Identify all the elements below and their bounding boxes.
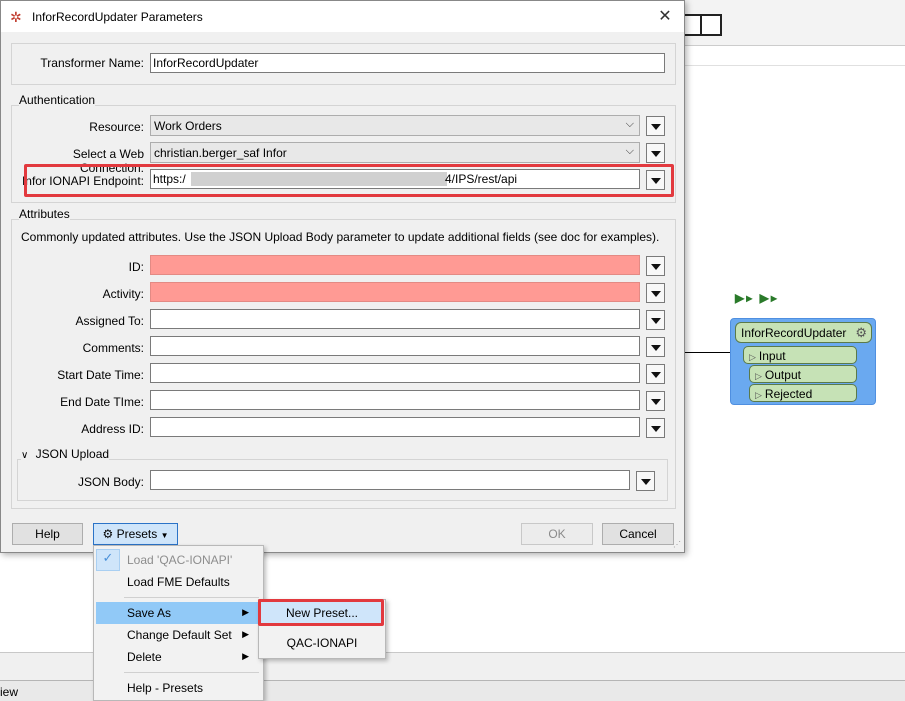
json-upload-header[interactable]: ∨ JSON Upload [21,447,110,461]
resize-grip-icon[interactable]: ⋰ [673,540,681,549]
connection-select[interactable]: christian.berger_saf Infor ⌵ [150,142,640,163]
menu-item-label: Delete [127,650,162,664]
chevron-right-icon: ▶ [242,607,249,617]
assigned-to-options-button[interactable] [646,310,665,330]
connection-line[interactable] [684,352,734,353]
connection-value: christian.berger_saf Infor [154,146,287,160]
end-date-input[interactable] [150,390,640,410]
dialog-title: InforRecordUpdater Parameters [32,10,203,24]
endpoint-highlight [24,164,674,197]
menu-item-load-preset[interactable]: Load 'QAC-IONAPI' [96,549,261,571]
menu-item-label: Load 'QAC-IONAPI' [127,553,233,567]
address-id-input[interactable] [150,417,640,437]
menu-item-label: Help - Presets [127,681,204,695]
input-port[interactable]: ▷ Input [743,346,857,364]
output-port-label: Output [764,368,801,382]
parameters-dialog: ✲ InforRecordUpdater Parameters ✕ Transf… [0,0,685,553]
attributes-description: Commonly updated attributes. Use the JSO… [21,230,660,244]
resource-select[interactable]: Work Orders ⌵ [150,115,640,136]
activity-input[interactable] [150,282,640,302]
start-date-label: Start Date Time: [57,368,144,382]
end-date-options-button[interactable] [646,391,665,411]
node-title[interactable]: InforRecordUpdater ⚙ [735,322,872,343]
connection-options-button[interactable] [646,143,665,163]
address-id-options-button[interactable] [646,418,665,438]
resource-options-button[interactable] [646,116,665,136]
menu-item-label: Save As [127,606,172,620]
rejected-port[interactable]: ▷ Rejected [749,384,857,402]
activity-options-button[interactable] [646,283,665,303]
menu-separator [124,597,259,598]
json-body-label: JSON Body: [77,475,144,489]
resource-label: Resource: [89,120,144,134]
input-port-label: Input [758,349,786,363]
id-input[interactable] [150,255,640,275]
workspace-toolbar [680,0,905,46]
port-triangle-icon: ▷ [755,371,762,381]
status-text: iew [0,685,19,699]
transformer-icon: ✲ [10,9,22,25]
menu-item-save-as[interactable]: Save As ▶ [96,602,261,624]
submenu-item-label: QAC-IONAPI [286,636,358,650]
chevron-down-icon[interactable]: ∨ [21,450,28,461]
menu-item-label: Change Default Set [127,628,232,642]
activity-label: Activity: [102,287,144,301]
id-label: ID: [128,260,144,274]
menu-separator [124,672,259,673]
node-run-icons[interactable]: ▶▸ ▶▸ [735,291,783,311]
start-date-input[interactable] [150,363,640,383]
menu-item-help-presets[interactable]: Help - Presets [96,677,261,699]
help-button[interactable]: Help [12,523,83,545]
transformer-name-input[interactable]: InforRecordUpdater [150,53,665,73]
chevron-right-icon: ▶ [242,651,249,661]
gear-icon[interactable]: ⚙ [855,325,867,341]
ok-button[interactable]: OK [521,523,593,545]
presets-button[interactable]: ⚙ Presets ▼ [93,523,178,545]
gear-icon: ⚙ [102,527,114,541]
menu-item-load-defaults[interactable]: Load FME Defaults [96,571,261,593]
attributes-group-label: Attributes [19,207,70,221]
id-options-button[interactable] [646,256,665,276]
json-body-options-button[interactable] [636,471,655,491]
port-triangle-icon: ▷ [749,352,756,362]
close-icon[interactable]: ✕ [656,6,674,26]
start-date-options-button[interactable] [646,364,665,384]
assigned-to-label: Assigned To: [75,314,145,328]
comments-options-button[interactable] [646,337,665,357]
menu-item-label: Load FME Defaults [127,575,230,589]
node-title-text: InforRecordUpdater [741,326,847,340]
json-body-input[interactable] [150,470,630,490]
menu-item-delete[interactable]: Delete ▶ [96,646,261,668]
assigned-to-input[interactable] [150,309,640,329]
submenu-item-qac-ionapi[interactable]: QAC-IONAPI [261,632,383,654]
workspace-ruler [684,46,905,66]
rejected-port-label: Rejected [764,387,813,401]
presets-label: Presets [116,527,158,541]
end-date-label: End Date TIme: [60,395,144,409]
authentication-group-label: Authentication [19,93,96,107]
title-bar: ✲ InforRecordUpdater Parameters ✕ [1,1,684,32]
comments-input[interactable] [150,336,640,356]
cancel-button[interactable]: Cancel [602,523,674,545]
chevron-down-icon: ⌵ [625,118,634,130]
chevron-right-icon: ▶ [242,629,249,639]
transformer-name-label: Transformer Name: [40,56,144,70]
resource-value: Work Orders [154,119,222,133]
comments-label: Comments: [82,341,144,355]
chevron-down-icon: ⌵ [625,145,634,157]
toolbar-monitor-download-icon[interactable] [700,14,722,36]
output-port[interactable]: ▷ Output [749,365,857,383]
menu-item-change-default[interactable]: Change Default Set ▶ [96,624,261,646]
port-triangle-icon: ▷ [755,390,762,400]
json-upload-label: JSON Upload [35,447,110,461]
new-preset-highlight [258,599,384,626]
address-id-label: Address ID: [81,422,144,436]
presets-menu: ✓ Load 'QAC-IONAPI' Load FME Defaults Sa… [93,545,264,701]
caret-down-icon: ▼ [160,531,169,540]
transformer-node[interactable]: InforRecordUpdater ⚙ ▷ Input ▷ Output ▷ Rej… [730,318,876,405]
